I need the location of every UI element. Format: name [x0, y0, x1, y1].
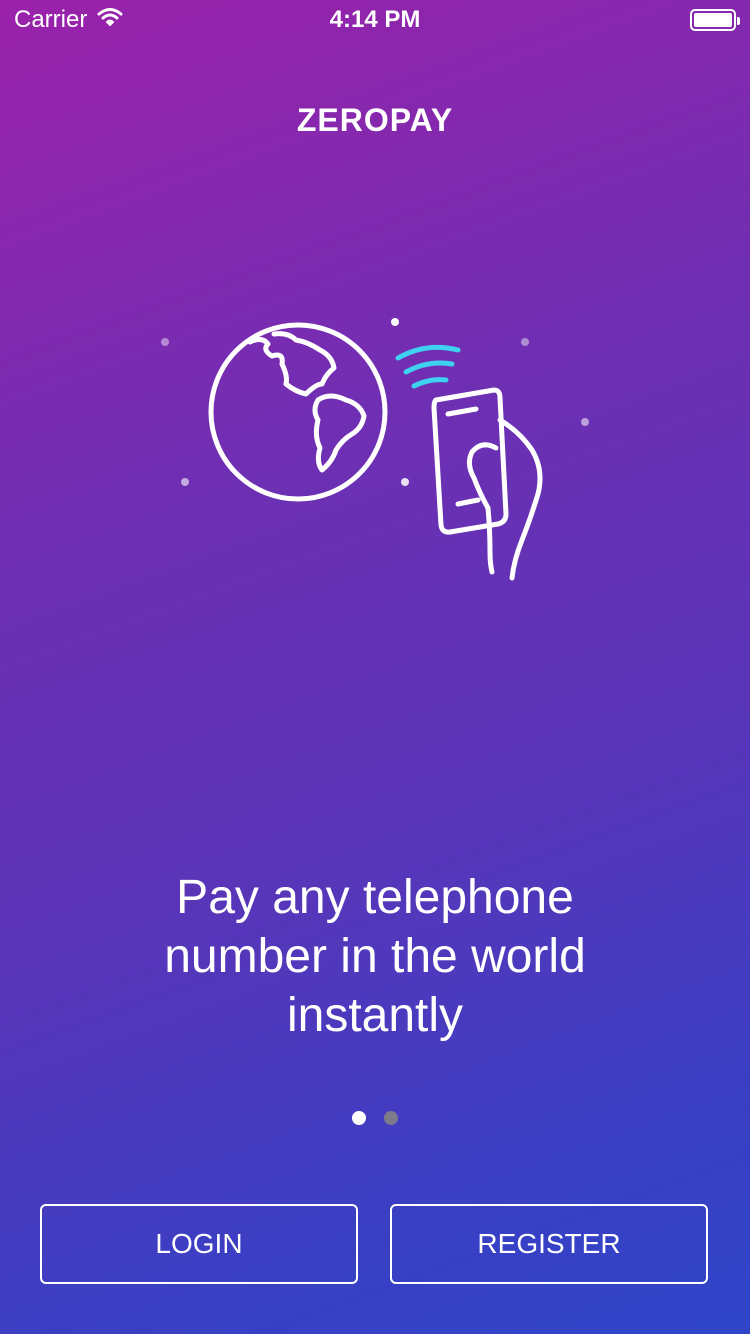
page-indicator[interactable] — [0, 1111, 750, 1125]
hand-holding-phone-icon — [431, 387, 543, 581]
page-dot-1-active[interactable] — [352, 1111, 366, 1125]
login-button[interactable]: LOGIN — [40, 1204, 358, 1284]
illustration-svg — [161, 318, 589, 581]
status-time: 4:14 PM — [329, 6, 421, 33]
app-title: ZEROPAY — [296, 102, 454, 138]
globe-icon — [208, 322, 388, 502]
page-dot-2[interactable] — [384, 1111, 398, 1125]
onboarding-illustration — [0, 290, 750, 610]
wireless-signal-icon — [395, 344, 461, 389]
onboarding-tagline: Pay any telephone number in the world in… — [164, 871, 586, 1042]
register-button[interactable]: REGISTER — [390, 1204, 708, 1284]
